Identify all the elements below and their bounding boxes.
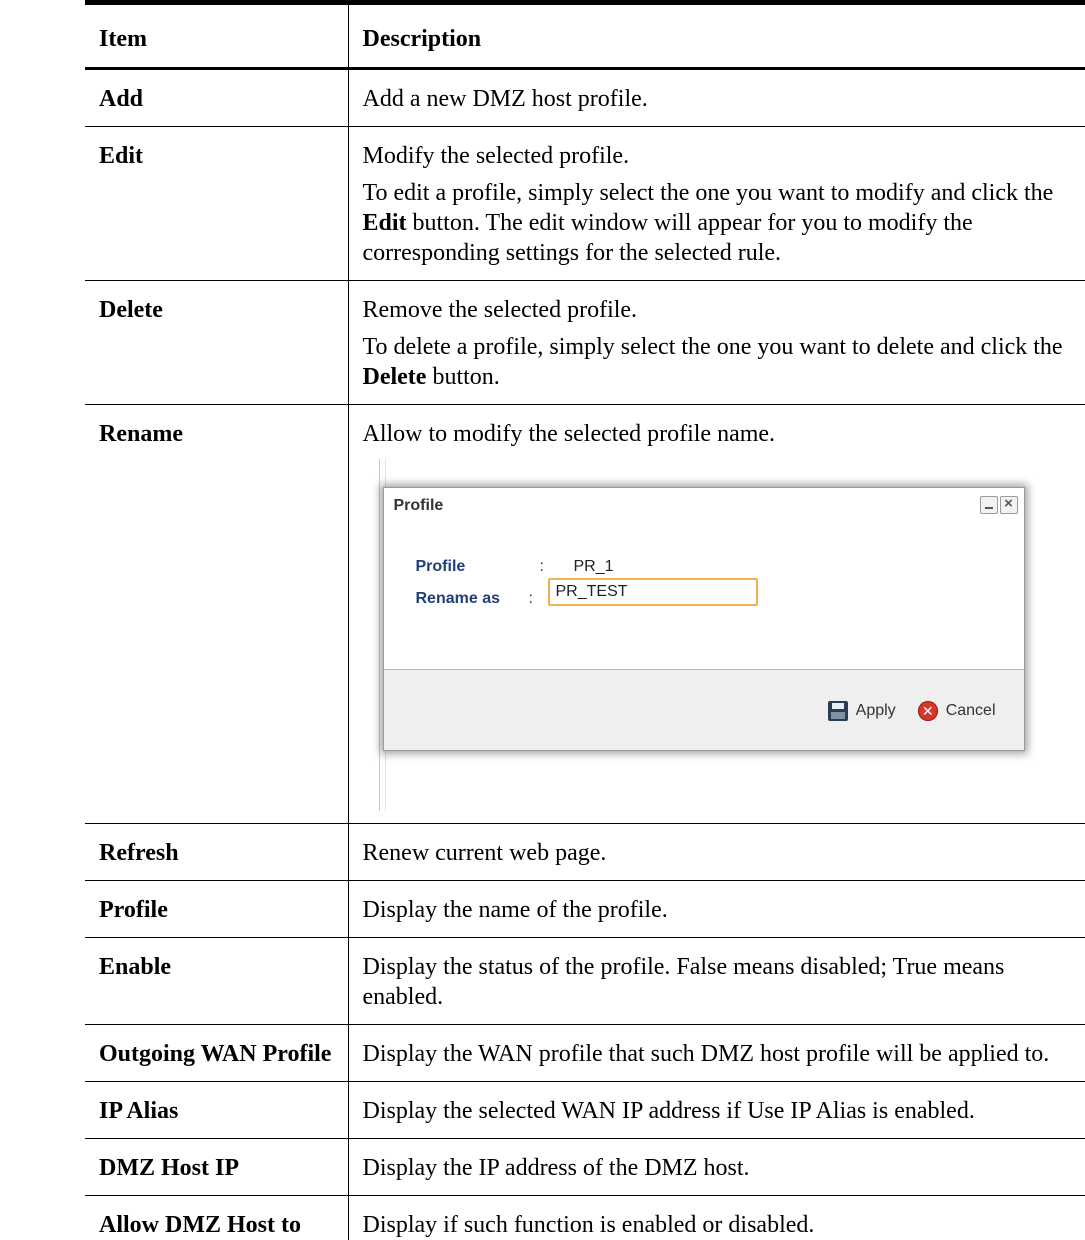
description-table: Item Description Add Add a new DMZ host … — [85, 0, 1085, 1240]
cancel-button[interactable]: ✕ Cancel — [918, 696, 996, 726]
table-row: Rename Allow to modify the selected prof… — [85, 405, 1085, 824]
item-cell: Edit — [85, 127, 348, 281]
description-note: To delete a profile, simply select the o… — [363, 332, 1072, 392]
header-description: Description — [348, 3, 1085, 69]
item-cell: Outgoing WAN Profile — [85, 1025, 348, 1082]
table-header-row: Item Description — [85, 3, 1085, 69]
item-cell: Rename — [85, 405, 348, 824]
rename-label: Rename as — [416, 584, 501, 614]
window-controls: × — [980, 496, 1018, 514]
apply-button[interactable]: Apply — [828, 696, 896, 726]
note-bold: Delete — [363, 364, 427, 390]
background-guide-line — [379, 459, 380, 811]
profile-dialog: Profile × Profile : PR_1 Rename as — [383, 487, 1025, 751]
item-cell: Add — [85, 69, 348, 127]
document-page: Item Description Add Add a new DMZ host … — [85, 0, 1085, 1240]
note-bold: Edit — [363, 210, 407, 236]
item-cell: DMZ Host IP — [85, 1139, 348, 1196]
description-cell: Modify the selected profile. To edit a p… — [348, 127, 1085, 281]
cancel-label: Cancel — [946, 696, 996, 726]
rename-dialog-screenshot: Profile × Profile : PR_1 Rename as — [363, 459, 1072, 811]
cancel-icon: ✕ — [918, 701, 938, 721]
description-cell: Display if such function is enabled or d… — [348, 1196, 1085, 1240]
item-cell: Refresh — [85, 824, 348, 881]
table-row: Allow DMZ Host to Display if such functi… — [85, 1196, 1085, 1240]
rename-colon: : — [529, 584, 533, 614]
apply-label: Apply — [856, 696, 896, 726]
description-cell: Add a new DMZ host profile. — [348, 69, 1085, 127]
table-row: Outgoing WAN Profile Display the WAN pro… — [85, 1025, 1085, 1082]
description-cell: Allow to modify the selected profile nam… — [348, 405, 1085, 824]
item-cell: Allow DMZ Host to — [85, 1196, 348, 1240]
table-row: Add Add a new DMZ host profile. — [85, 69, 1085, 127]
description-cell: Remove the selected profile. To delete a… — [348, 281, 1085, 405]
minimize-icon[interactable] — [980, 496, 998, 514]
save-icon — [828, 701, 848, 721]
table-row: IP Alias Display the selected WAN IP add… — [85, 1082, 1085, 1139]
item-cell: IP Alias — [85, 1082, 348, 1139]
note-text: button. — [426, 364, 499, 390]
description-cell: Display the selected WAN IP address if U… — [348, 1082, 1085, 1139]
dialog-titlebar: Profile × — [384, 488, 1024, 528]
table-row: Enable Display the status of the profile… — [85, 938, 1085, 1025]
note-text: To edit a profile, simply select the one… — [363, 180, 1054, 206]
dialog-body: Profile : PR_1 Rename as : — [384, 528, 1024, 663]
table-row: DMZ Host IP Display the IP address of th… — [85, 1139, 1085, 1196]
note-text: To delete a profile, simply select the o… — [363, 334, 1063, 360]
description-cell: Display the name of the profile. — [348, 881, 1085, 938]
description-text: Allow to modify the selected profile nam… — [363, 419, 1072, 449]
dialog-buttons: Apply ✕ Cancel — [828, 696, 996, 726]
description-cell: Renew current web page. — [348, 824, 1085, 881]
item-cell: Profile — [85, 881, 348, 938]
dialog-footer: Apply ✕ Cancel — [384, 669, 1024, 750]
rename-input[interactable] — [548, 578, 758, 606]
note-text: button. The edit window will appear for … — [363, 210, 973, 266]
description-text: Remove the selected profile. — [363, 295, 1072, 325]
description-cell: Display the IP address of the DMZ host. — [348, 1139, 1085, 1196]
item-cell: Enable — [85, 938, 348, 1025]
dialog-title: Profile — [394, 497, 444, 514]
description-cell: Display the WAN profile that such DMZ ho… — [348, 1025, 1085, 1082]
profile-colon: : — [540, 552, 544, 582]
description-cell: Display the status of the profile. False… — [348, 938, 1085, 1025]
description-note: To edit a profile, simply select the one… — [363, 178, 1072, 268]
table-row: Profile Display the name of the profile. — [85, 881, 1085, 938]
table-row: Edit Modify the selected profile. To edi… — [85, 127, 1085, 281]
item-cell: Delete — [85, 281, 348, 405]
header-item: Item — [85, 3, 348, 69]
description-text: Modify the selected profile. — [363, 141, 1072, 171]
table-row: Refresh Renew current web page. — [85, 824, 1085, 881]
table-row: Delete Remove the selected profile. To d… — [85, 281, 1085, 405]
profile-label: Profile — [416, 552, 466, 582]
close-icon[interactable]: × — [1000, 496, 1018, 514]
